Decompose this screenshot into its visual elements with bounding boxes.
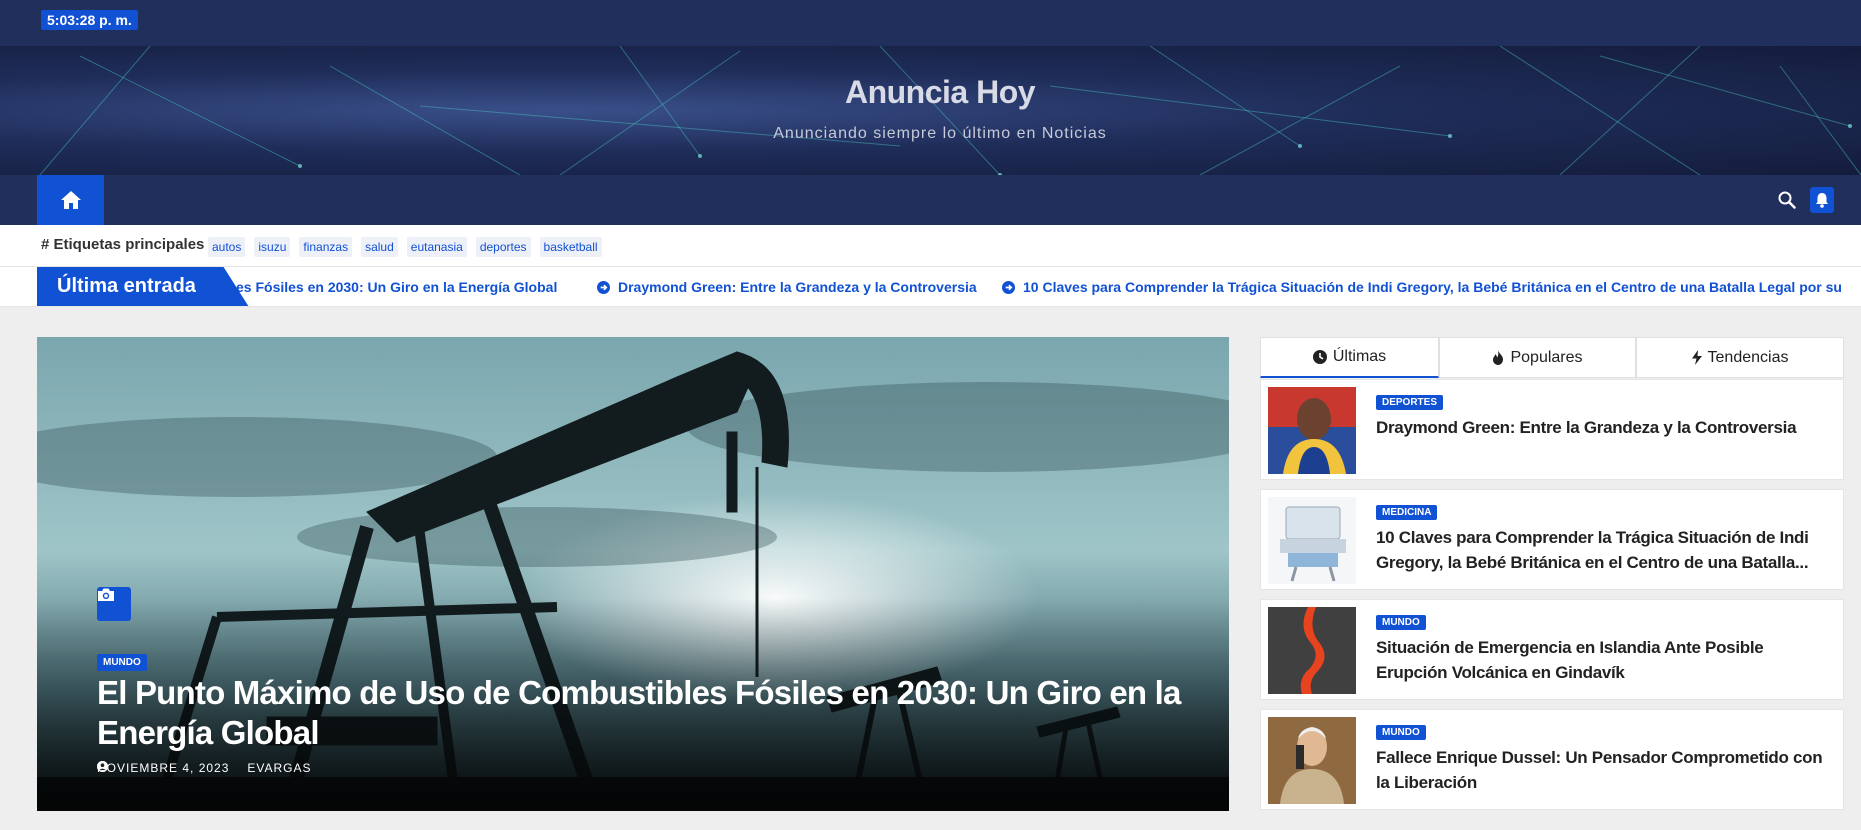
sidebar-post[interactable]: MEDICINA 10 Claves para Comprender la Tr…: [1260, 489, 1844, 590]
sidebar-tabs: Últimas Populares Tendencias: [1260, 337, 1844, 378]
home-icon: [60, 191, 81, 209]
notifications-button[interactable]: [1810, 187, 1834, 213]
fire-icon: [1493, 350, 1504, 365]
tag-link[interactable]: deportes: [475, 237, 531, 257]
category-badge[interactable]: MUNDO: [97, 654, 147, 671]
home-button[interactable]: [37, 175, 104, 225]
featured-post[interactable]: MUNDO El Punto Máximo de Uso de Combusti…: [37, 337, 1229, 811]
sidebar-post[interactable]: MUNDO Fallece Enrique Dussel: Un Pensado…: [1260, 709, 1844, 810]
tab-label: Tendencias: [1707, 348, 1789, 366]
ticker-label: Última entrada: [37, 267, 249, 306]
featured-title[interactable]: El Punto Máximo de Uso de Combustibles F…: [97, 673, 1197, 753]
post-author[interactable]: EVARGAS: [97, 761, 312, 775]
sidebar-post[interactable]: DEPORTES Draymond Green: Entre la Grande…: [1260, 379, 1844, 480]
post-date[interactable]: NOVIEMBRE 4, 2023: [97, 761, 229, 775]
user-icon: [97, 761, 108, 772]
tag-link[interactable]: isuzu: [254, 237, 291, 257]
featured-meta: NOVIEMBRE 4, 2023 EVARGAS: [97, 761, 312, 775]
tab-label: Últimas: [1332, 348, 1387, 365]
post-thumbnail-image: [1268, 497, 1356, 584]
category-badge[interactable]: MEDICINA: [1376, 505, 1438, 520]
ticker-item[interactable]: 10 Claves para Comprender la Trágica Sit…: [1002, 279, 1842, 295]
ticker-item[interactable]: es Fósiles en 2030: Un Giro en la Energí…: [236, 279, 557, 295]
tag-link[interactable]: autos: [208, 237, 246, 257]
arrow-circle-right-icon: [597, 280, 610, 294]
site-tagline: Anunciando siempre lo último en Noticias: [773, 125, 1107, 142]
post-title[interactable]: Situación de Emergencia en Islandia Ante…: [1376, 635, 1836, 685]
site-title[interactable]: Anuncia Hoy: [0, 74, 1861, 111]
post-thumbnail[interactable]: [1268, 607, 1356, 694]
tag-link[interactable]: basketball: [539, 237, 602, 257]
ticker-item-text: Draymond Green: Entre la Grandeza y la C…: [618, 279, 977, 295]
gallery-button[interactable]: [97, 587, 131, 621]
category-badge[interactable]: MUNDO: [1376, 725, 1426, 740]
tab-label: Populares: [1510, 348, 1583, 366]
arrow-circle-right-icon: [1002, 280, 1015, 294]
tag-link[interactable]: finanzas: [299, 237, 353, 257]
post-thumbnail-image: [1268, 387, 1356, 474]
post-thumbnail[interactable]: [1268, 497, 1356, 584]
tags-list: autos isuzu finanzas salud eutanasia dep…: [208, 237, 602, 257]
header-banner: Anuncia Hoy Anunciando siempre lo último…: [0, 46, 1861, 175]
ticker-item[interactable]: Draymond Green: Entre la Grandeza y la C…: [597, 279, 977, 295]
post-title[interactable]: 10 Claves para Comprender la Trágica Sit…: [1376, 525, 1836, 575]
sidebar-post[interactable]: MUNDO Situación de Emergencia en Islandi…: [1260, 599, 1844, 700]
main-nav: [0, 175, 1861, 225]
tab-popular[interactable]: Populares: [1439, 337, 1636, 378]
clock: 5:03:28 p. m.: [41, 10, 138, 30]
ticker-items: es Fósiles en 2030: Un Giro en la Energí…: [0, 267, 1861, 306]
tag-link[interactable]: salud: [361, 237, 398, 257]
category-badge[interactable]: MUNDO: [1376, 615, 1426, 630]
top-bar: 5:03:28 p. m.: [0, 0, 1861, 46]
ticker-item-text: 10 Claves para Comprender la Trágica Sit…: [1023, 279, 1842, 295]
camera-icon: [98, 588, 114, 601]
tag-link[interactable]: eutanasia: [406, 237, 467, 257]
clock-icon: [1312, 350, 1327, 364]
ticker-item-text: es Fósiles en 2030: Un Giro en la Energí…: [236, 279, 558, 295]
post-title[interactable]: Draymond Green: Entre la Grandeza y la C…: [1376, 415, 1836, 440]
tags-bar: # Etiquetas principales autos isuzu fina…: [0, 225, 1861, 267]
search-button[interactable]: [1776, 189, 1798, 211]
bell-icon: [1816, 193, 1828, 208]
post-thumbnail-image: [1268, 607, 1356, 694]
tab-latest[interactable]: Últimas: [1260, 337, 1439, 378]
category-badge[interactable]: DEPORTES: [1376, 395, 1444, 410]
post-author-text: EVARGAS: [247, 761, 312, 775]
search-icon: [1778, 191, 1796, 209]
bolt-icon: [1691, 350, 1702, 365]
latest-ticker: Última entrada es Fósiles en 2030: Un Gi…: [0, 267, 1861, 307]
post-thumbnail[interactable]: [1268, 717, 1356, 804]
post-title[interactable]: Fallece Enrique Dussel: Un Pensador Comp…: [1376, 745, 1836, 795]
post-thumbnail[interactable]: [1268, 387, 1356, 474]
tab-trending[interactable]: Tendencias: [1636, 337, 1844, 378]
tags-label: # Etiquetas principales: [41, 236, 205, 253]
post-thumbnail-image: [1268, 717, 1356, 804]
post-date-text: NOVIEMBRE 4, 2023: [97, 761, 230, 775]
